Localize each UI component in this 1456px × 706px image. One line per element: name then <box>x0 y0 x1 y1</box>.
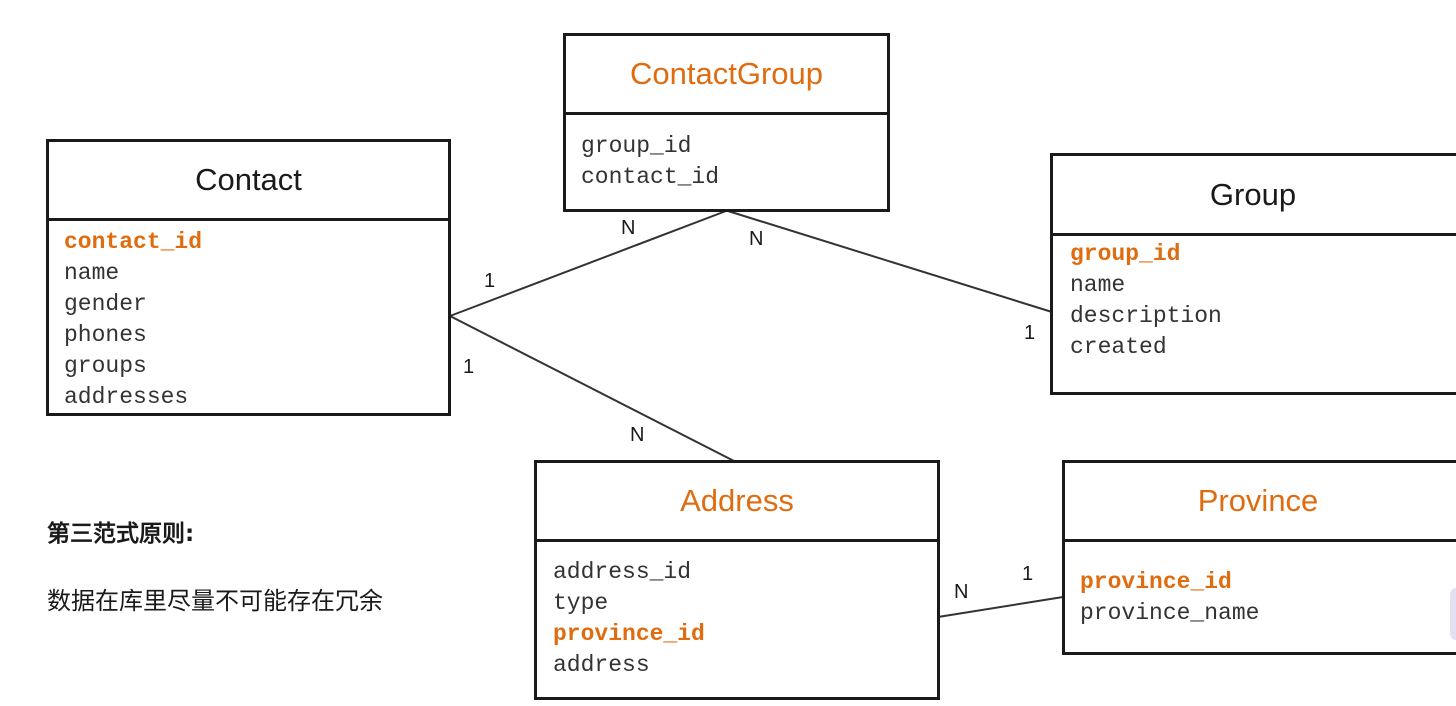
cardinality-contactgroup-many: N <box>621 217 636 239</box>
entity-fields: address_id type province_id address <box>537 542 937 681</box>
line-contactgroup-group <box>727 210 1053 313</box>
field: groups <box>64 353 147 379</box>
entity-fields: province_id province_name <box>1065 542 1456 629</box>
field: description <box>1070 303 1222 329</box>
entity-province[interactable]: Province province_id province_name <box>1062 460 1456 655</box>
entity-title: Group <box>1053 156 1456 236</box>
field: contact_id <box>581 164 720 190</box>
field: phones <box>64 322 147 348</box>
field-foreign-key: province_id <box>553 621 705 647</box>
entity-fields: group_id contact_id <box>566 115 887 193</box>
field: address <box>553 652 650 678</box>
field-primary-key: contact_id <box>64 229 203 255</box>
cardinality-group-one: 1 <box>1024 322 1036 344</box>
entity-title: ContactGroup <box>566 36 887 115</box>
er-diagram: Contact contact_id name gender phones gr… <box>0 0 1456 706</box>
cardinality-address-many: N <box>630 424 645 446</box>
entity-title: Address <box>537 463 937 542</box>
field: name <box>1070 272 1126 298</box>
field: group_id <box>581 133 692 159</box>
note-title: 第三范式原则: <box>47 521 195 547</box>
entity-title: Province <box>1065 463 1456 542</box>
field-primary-key: province_id <box>1080 569 1232 595</box>
cardinality-contactgroup-many-right: N <box>749 228 764 250</box>
field: type <box>553 590 609 616</box>
field: addresses <box>64 384 189 410</box>
entity-fields: group_id name description created <box>1053 236 1456 363</box>
cardinality-province-one: 1 <box>1022 563 1034 585</box>
entity-fields: contact_id name gender phones groups add… <box>49 221 448 413</box>
entity-title: Contact <box>49 142 448 221</box>
cardinality-contact-one: 1 <box>484 270 496 292</box>
note-body: 数据在库里尽量不可能存在冗余 <box>47 587 383 615</box>
line-contact-contactgroup <box>449 210 727 317</box>
field: created <box>1070 334 1167 360</box>
entity-group[interactable]: Group group_id name description created <box>1050 153 1456 395</box>
field: name <box>64 260 120 286</box>
field: address_id <box>553 559 692 585</box>
field-primary-key: group_id <box>1070 241 1181 267</box>
line-contact-address <box>449 315 735 462</box>
cardinality-contact-one-lower: 1 <box>463 356 475 378</box>
cardinality-address-many-right: N <box>954 581 969 603</box>
edge-overlay-indicator <box>1450 588 1456 640</box>
field: province_name <box>1080 600 1260 626</box>
entity-address[interactable]: Address address_id type province_id addr… <box>534 460 940 700</box>
entity-contactgroup[interactable]: ContactGroup group_id contact_id <box>563 33 890 212</box>
field: gender <box>64 291 147 317</box>
entity-contact[interactable]: Contact contact_id name gender phones gr… <box>46 139 451 416</box>
